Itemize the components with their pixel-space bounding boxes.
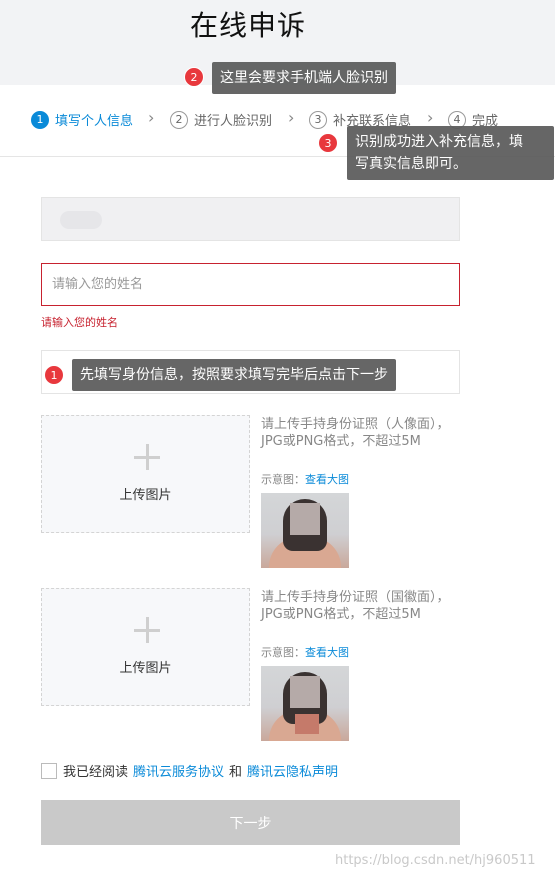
next-step-button[interactable]: 下一步: [41, 800, 460, 845]
sample-photo-front: [261, 493, 349, 568]
annotation-tip-1: 先填写身份信息，按照要求填写完毕后点击下一步: [72, 359, 396, 391]
agreement-checkbox[interactable]: [41, 762, 57, 779]
annotation-badge-1: 1: [44, 365, 64, 385]
sample-label: 示意图：: [261, 646, 305, 659]
annotation-tip-2: 这里会要求手机端人脸识别: [212, 62, 396, 94]
chevron-right-icon: ›: [288, 108, 295, 127]
name-input[interactable]: [41, 263, 460, 306]
chevron-right-icon: ›: [148, 108, 155, 127]
step-label: 进行人脸识别: [194, 114, 273, 129]
step-face-recognition: 2 进行人脸识别: [170, 110, 272, 129]
view-large-link[interactable]: 查看大图: [305, 473, 349, 486]
upload-front-button[interactable]: 上传图片: [41, 415, 250, 533]
plus-icon: [134, 444, 160, 470]
step-number: 2: [170, 110, 188, 129]
step-number: 1: [31, 110, 49, 129]
sample-row: 示意图：查看大图: [261, 471, 349, 487]
annotation-badge-2: 2: [184, 67, 204, 87]
blurred-value: [60, 211, 102, 229]
upload-label: 上传图片: [119, 661, 172, 676]
upload-front-description: 请上传手持身份证照（人像面），JPG或PNG格式，不超过5M: [261, 417, 450, 449]
tip-line-1: 识别成功进入补充信息，填: [355, 134, 523, 150]
page-title: 在线申诉: [190, 9, 307, 42]
watermark: https://blog.csdn.net/hj960511: [335, 853, 536, 868]
annotation-badge-3: 3: [318, 133, 338, 153]
upload-label: 上传图片: [119, 488, 172, 503]
agreement-prefix: 我已经阅读: [63, 765, 129, 780]
step-number: 3: [309, 110, 327, 129]
tip-line-2: 写真实信息即可。: [355, 156, 467, 172]
account-field-blurred: [41, 197, 460, 241]
service-agreement-link[interactable]: 腾讯云服务协议: [133, 761, 224, 780]
step-label: 填写个人信息: [55, 114, 134, 129]
step-fill-info: 1 填写个人信息: [31, 110, 133, 129]
upload-back-description: 请上传手持身份证照（国徽面），JPG或PNG格式，不超过5M: [261, 590, 450, 622]
annotation-tip-3: 识别成功进入补充信息，填 写真实信息即可。: [347, 126, 554, 180]
agreement-and: 和: [229, 765, 243, 780]
agreement-row: 我已经阅读 腾讯云服务协议 和 腾讯云隐私声明: [41, 761, 338, 780]
sample-label: 示意图：: [261, 473, 305, 486]
appeal-page: 在线申诉 1 填写个人信息 › 2 进行人脸识别 › 3 补充联系信息 › 4 …: [0, 0, 555, 881]
privacy-statement-link[interactable]: 腾讯云隐私声明: [247, 761, 338, 780]
view-large-link[interactable]: 查看大图: [305, 646, 349, 659]
chevron-right-icon: ›: [427, 108, 434, 127]
sample-row: 示意图：查看大图: [261, 644, 349, 660]
plus-icon: [134, 617, 160, 643]
sample-photo-back: [261, 666, 349, 741]
name-error-message: 请输入您的姓名: [41, 316, 118, 329]
upload-back-button[interactable]: 上传图片: [41, 588, 250, 706]
